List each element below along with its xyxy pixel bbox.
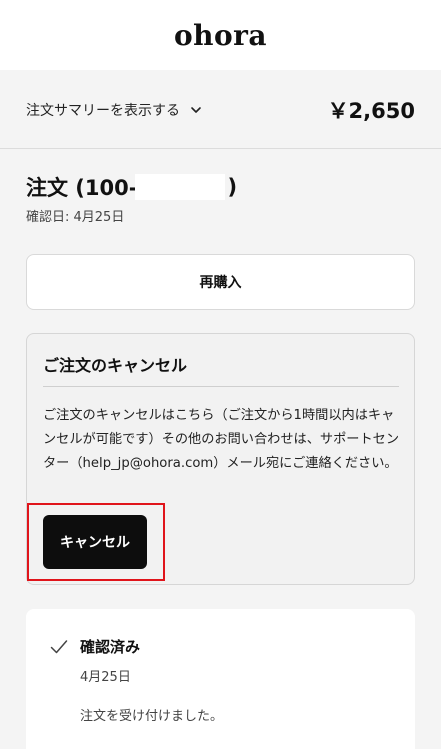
chevron-down-icon [191, 106, 201, 113]
checkmark-icon [50, 640, 68, 654]
cancel-card-title: ご注文のキャンセル [43, 356, 188, 375]
divider [43, 386, 399, 387]
redacted-order-number [135, 174, 226, 200]
confirm-date: 確認日: 4月25日 [26, 210, 125, 225]
cancel-order-card: ご注文のキャンセル ご注文のキャンセルはこちら（ご注文から1時間以内はキャンセル… [26, 333, 415, 585]
cancel-card-description: ご注文のキャンセルはこちら（ご注文から1時間以内はキャンセルが可能です）その他の… [43, 408, 400, 471]
rebuy-button[interactable]: 再購入 [26, 254, 415, 310]
order-title-row: 注文 (100- ) [26, 172, 237, 202]
order-status-card: 確認済み 4月25日 注文を受け付けました。 [26, 609, 415, 749]
order-title: 注文 (100- [26, 176, 138, 200]
order-summary-toggle[interactable]: 注文サマリーを表示する [26, 100, 202, 120]
status-date: 4月25日 [80, 670, 131, 685]
header: ohora [0, 0, 441, 70]
order-summary-bar: 注文サマリーを表示する ￥2,650 [0, 71, 441, 149]
logo[interactable]: ohora [174, 19, 267, 52]
order-title-suffix: ) [227, 175, 238, 199]
status-title: 確認済み [80, 638, 141, 656]
status-message: 注文を受け付けました。 [80, 709, 224, 724]
order-total: ￥2,650 [327, 98, 415, 123]
order-summary-toggle-label: 注文サマリーを表示する [26, 102, 180, 119]
cancel-button[interactable]: キャンセル [43, 515, 147, 569]
